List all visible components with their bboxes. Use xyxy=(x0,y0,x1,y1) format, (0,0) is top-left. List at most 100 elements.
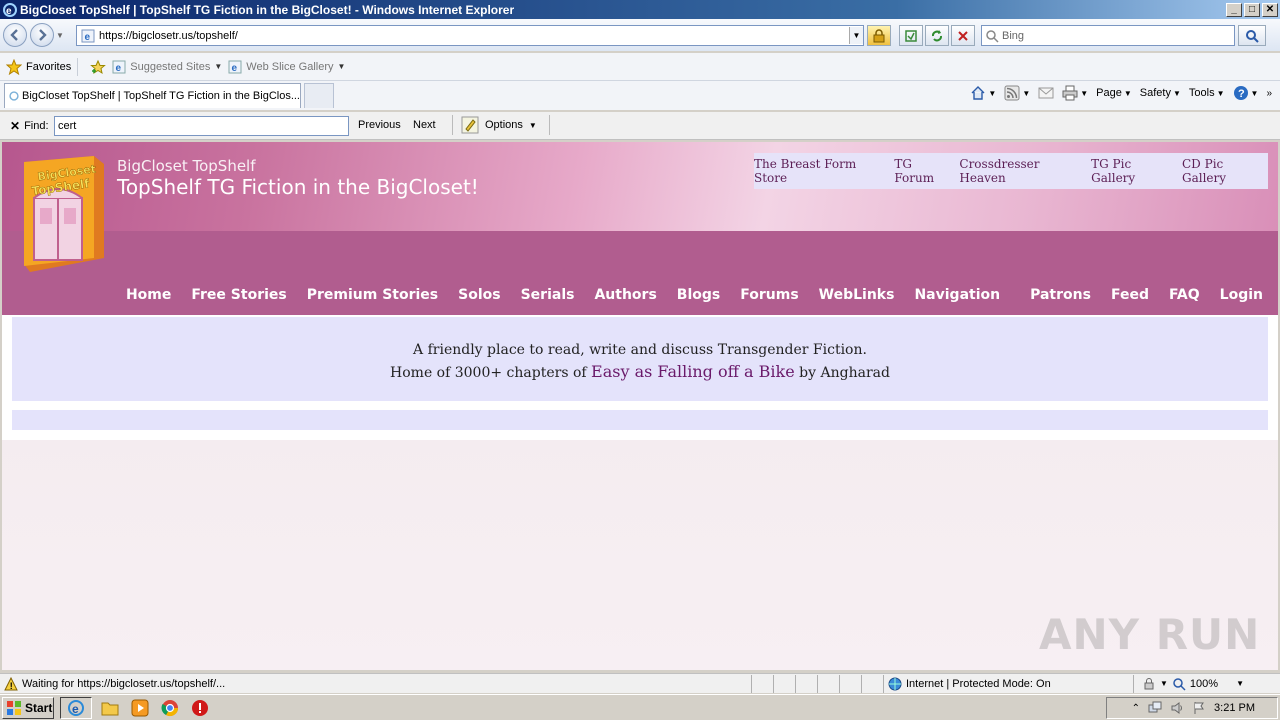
command-bar: ▼ ▼ ▼ Page ▼ Safety ▼ Tools ▼ ? ▼ » xyxy=(970,85,1272,101)
nav-feed[interactable]: Feed xyxy=(1111,287,1149,307)
window-title-bar: e BigCloset TopShelf | TopShelf TG Ficti… xyxy=(0,0,1280,19)
volume-icon[interactable] xyxy=(1170,701,1184,715)
nav-login[interactable]: Login xyxy=(1220,287,1263,307)
nav-navigation[interactable]: Navigation xyxy=(914,287,1000,307)
lock-icon xyxy=(1144,677,1154,689)
status-panel xyxy=(862,674,884,693)
tools-menu[interactable]: Tools ▼ xyxy=(1189,87,1225,99)
nav-faq[interactable]: FAQ xyxy=(1169,287,1200,307)
refresh-button[interactable] xyxy=(925,25,949,46)
new-tab-button[interactable] xyxy=(304,83,334,108)
print-button[interactable]: ▼ xyxy=(1062,85,1088,101)
find-previous-button[interactable]: Previous xyxy=(358,119,401,131)
nav-free-stories[interactable]: Free Stories xyxy=(191,287,286,307)
featured-story-link[interactable]: Easy as Falling off a Bike xyxy=(591,362,795,381)
nav-premium-stories[interactable]: Premium Stories xyxy=(307,287,438,307)
find-options-label: Options xyxy=(485,119,523,131)
chevron-down-icon: ▼ xyxy=(1123,88,1132,98)
tab-active[interactable]: BigCloset TopShelf | TopShelf TG Fiction… xyxy=(4,83,301,108)
site-title[interactable]: TopShelf TG Fiction in the BigCloset! xyxy=(117,175,479,199)
nav-patrons[interactable]: Patrons xyxy=(1030,287,1091,307)
link-cd-pic-gallery[interactable]: CD Pic Gallery xyxy=(1182,157,1268,185)
safety-menu[interactable]: Safety ▼ xyxy=(1140,87,1181,99)
compatibility-view-button[interactable] xyxy=(899,25,923,46)
find-next-button[interactable]: Next xyxy=(413,119,436,131)
find-options-button[interactable]: Options ▼ xyxy=(452,115,550,135)
lock-icon xyxy=(873,28,885,42)
add-to-favorites-bar-button[interactable] xyxy=(90,59,107,75)
nav-solos[interactable]: Solos xyxy=(458,287,500,307)
chevron-down-icon: ▼ xyxy=(1080,88,1089,98)
windows-logo-icon xyxy=(7,700,21,715)
zoom-control[interactable]: ▼ 100% ▼ xyxy=(1142,677,1244,691)
find-close-icon[interactable]: ✕ xyxy=(10,119,20,133)
network-icon[interactable] xyxy=(1148,701,1162,715)
link-breast-form-store[interactable]: The Breast Form Store xyxy=(754,157,888,185)
address-bar[interactable]: e https://bigclosetr.us/topshelf/ ▼ xyxy=(76,25,864,46)
welcome-box: A friendly place to read, write and disc… xyxy=(12,317,1268,401)
content-strip xyxy=(12,410,1268,430)
security-lock-button[interactable] xyxy=(867,25,891,46)
address-dropdown-icon[interactable]: ▼ xyxy=(849,27,863,44)
highlight-pencil-icon[interactable] xyxy=(461,116,479,134)
nav-home[interactable]: Home xyxy=(126,287,171,307)
site-logo[interactable]: BigCloset TopShelf xyxy=(16,154,108,272)
status-panel xyxy=(752,674,774,693)
taskbar-ie-button[interactable]: e xyxy=(60,696,92,719)
close-button[interactable]: ✕ xyxy=(1262,2,1278,17)
link-tg-pic-gallery[interactable]: TG Pic Gallery xyxy=(1091,157,1176,185)
find-input[interactable]: cert xyxy=(54,116,349,136)
media-player-icon xyxy=(131,699,149,716)
nav-authors[interactable]: Authors xyxy=(594,287,656,307)
favorites-button[interactable]: Favorites xyxy=(6,58,71,75)
history-dropdown-icon[interactable]: ▼ xyxy=(56,31,68,40)
link-tg-forum[interactable]: TG Forum xyxy=(894,157,953,185)
help-button[interactable]: ? ▼ xyxy=(1233,85,1259,101)
link-crossdresser-heaven[interactable]: Crossdresser Heaven xyxy=(959,157,1085,185)
status-panel xyxy=(840,674,862,693)
add-favorite-star-icon xyxy=(90,59,107,74)
page-menu[interactable]: Page ▼ xyxy=(1096,87,1132,99)
url-text[interactable]: https://bigclosetr.us/topshelf/ xyxy=(99,30,849,42)
nav-serials[interactable]: Serials xyxy=(521,287,575,307)
tray-expand-icon[interactable]: ⌃ xyxy=(1132,703,1140,714)
nav-blogs[interactable]: Blogs xyxy=(677,287,720,307)
partner-links: The Breast Form Store TG Forum Crossdres… xyxy=(754,153,1268,189)
welcome-line-2: Home of 3000+ chapters of Easy as Fallin… xyxy=(12,361,1268,384)
web-page: BigCloset TopShelf BigCloset TopShelf To… xyxy=(2,142,1278,670)
taskbar-explorer-button[interactable] xyxy=(98,697,122,719)
feeds-button[interactable]: ▼ xyxy=(1004,85,1030,101)
windows-taskbar: Start e ⌃ 3:21 PM xyxy=(0,694,1280,720)
suggested-sites-link[interactable]: e Suggested Sites ▼ xyxy=(112,60,222,74)
web-slice-gallery-link[interactable]: e Web Slice Gallery ▼ xyxy=(228,60,345,74)
nav-weblinks[interactable]: WebLinks xyxy=(819,287,895,307)
tools-menu-label: Tools xyxy=(1188,87,1215,99)
chevron-down-icon: ▼ xyxy=(1160,679,1168,688)
home-button[interactable]: ▼ xyxy=(970,85,996,101)
start-button[interactable]: Start xyxy=(2,696,54,719)
search-button[interactable] xyxy=(1238,25,1266,46)
mail-icon xyxy=(1038,87,1054,99)
back-button[interactable] xyxy=(3,23,27,47)
more-commands-button[interactable]: » xyxy=(1266,88,1272,99)
security-zone[interactable]: Internet | Protected Mode: On xyxy=(884,674,1134,693)
maximize-button[interactable]: □ xyxy=(1244,2,1260,17)
taskbar-chrome-button[interactable] xyxy=(158,697,182,719)
chevron-down-icon: ▼ xyxy=(214,62,223,71)
chevron-down-icon: ▼ xyxy=(1236,679,1244,688)
tab-title: BigCloset TopShelf | TopShelf TG Fiction… xyxy=(21,90,300,102)
taskbar-stop-app-button[interactable] xyxy=(188,697,212,719)
forward-button[interactable] xyxy=(30,23,54,47)
minimize-button[interactable]: _ xyxy=(1226,2,1242,17)
nav-forums[interactable]: Forums xyxy=(740,287,798,307)
rss-feed-icon xyxy=(1004,85,1020,101)
safety-menu-label: Safety xyxy=(1139,87,1171,99)
action-center-flag-icon[interactable] xyxy=(1192,701,1206,715)
taskbar-media-player-button[interactable] xyxy=(128,697,152,719)
red-stop-icon xyxy=(192,699,208,716)
read-mail-button[interactable] xyxy=(1038,86,1054,100)
chevron-down-icon: ▼ xyxy=(1250,88,1259,98)
clock[interactable]: 3:21 PM xyxy=(1214,702,1255,714)
stop-button[interactable] xyxy=(951,25,975,46)
search-input[interactable]: Bing xyxy=(981,25,1235,46)
